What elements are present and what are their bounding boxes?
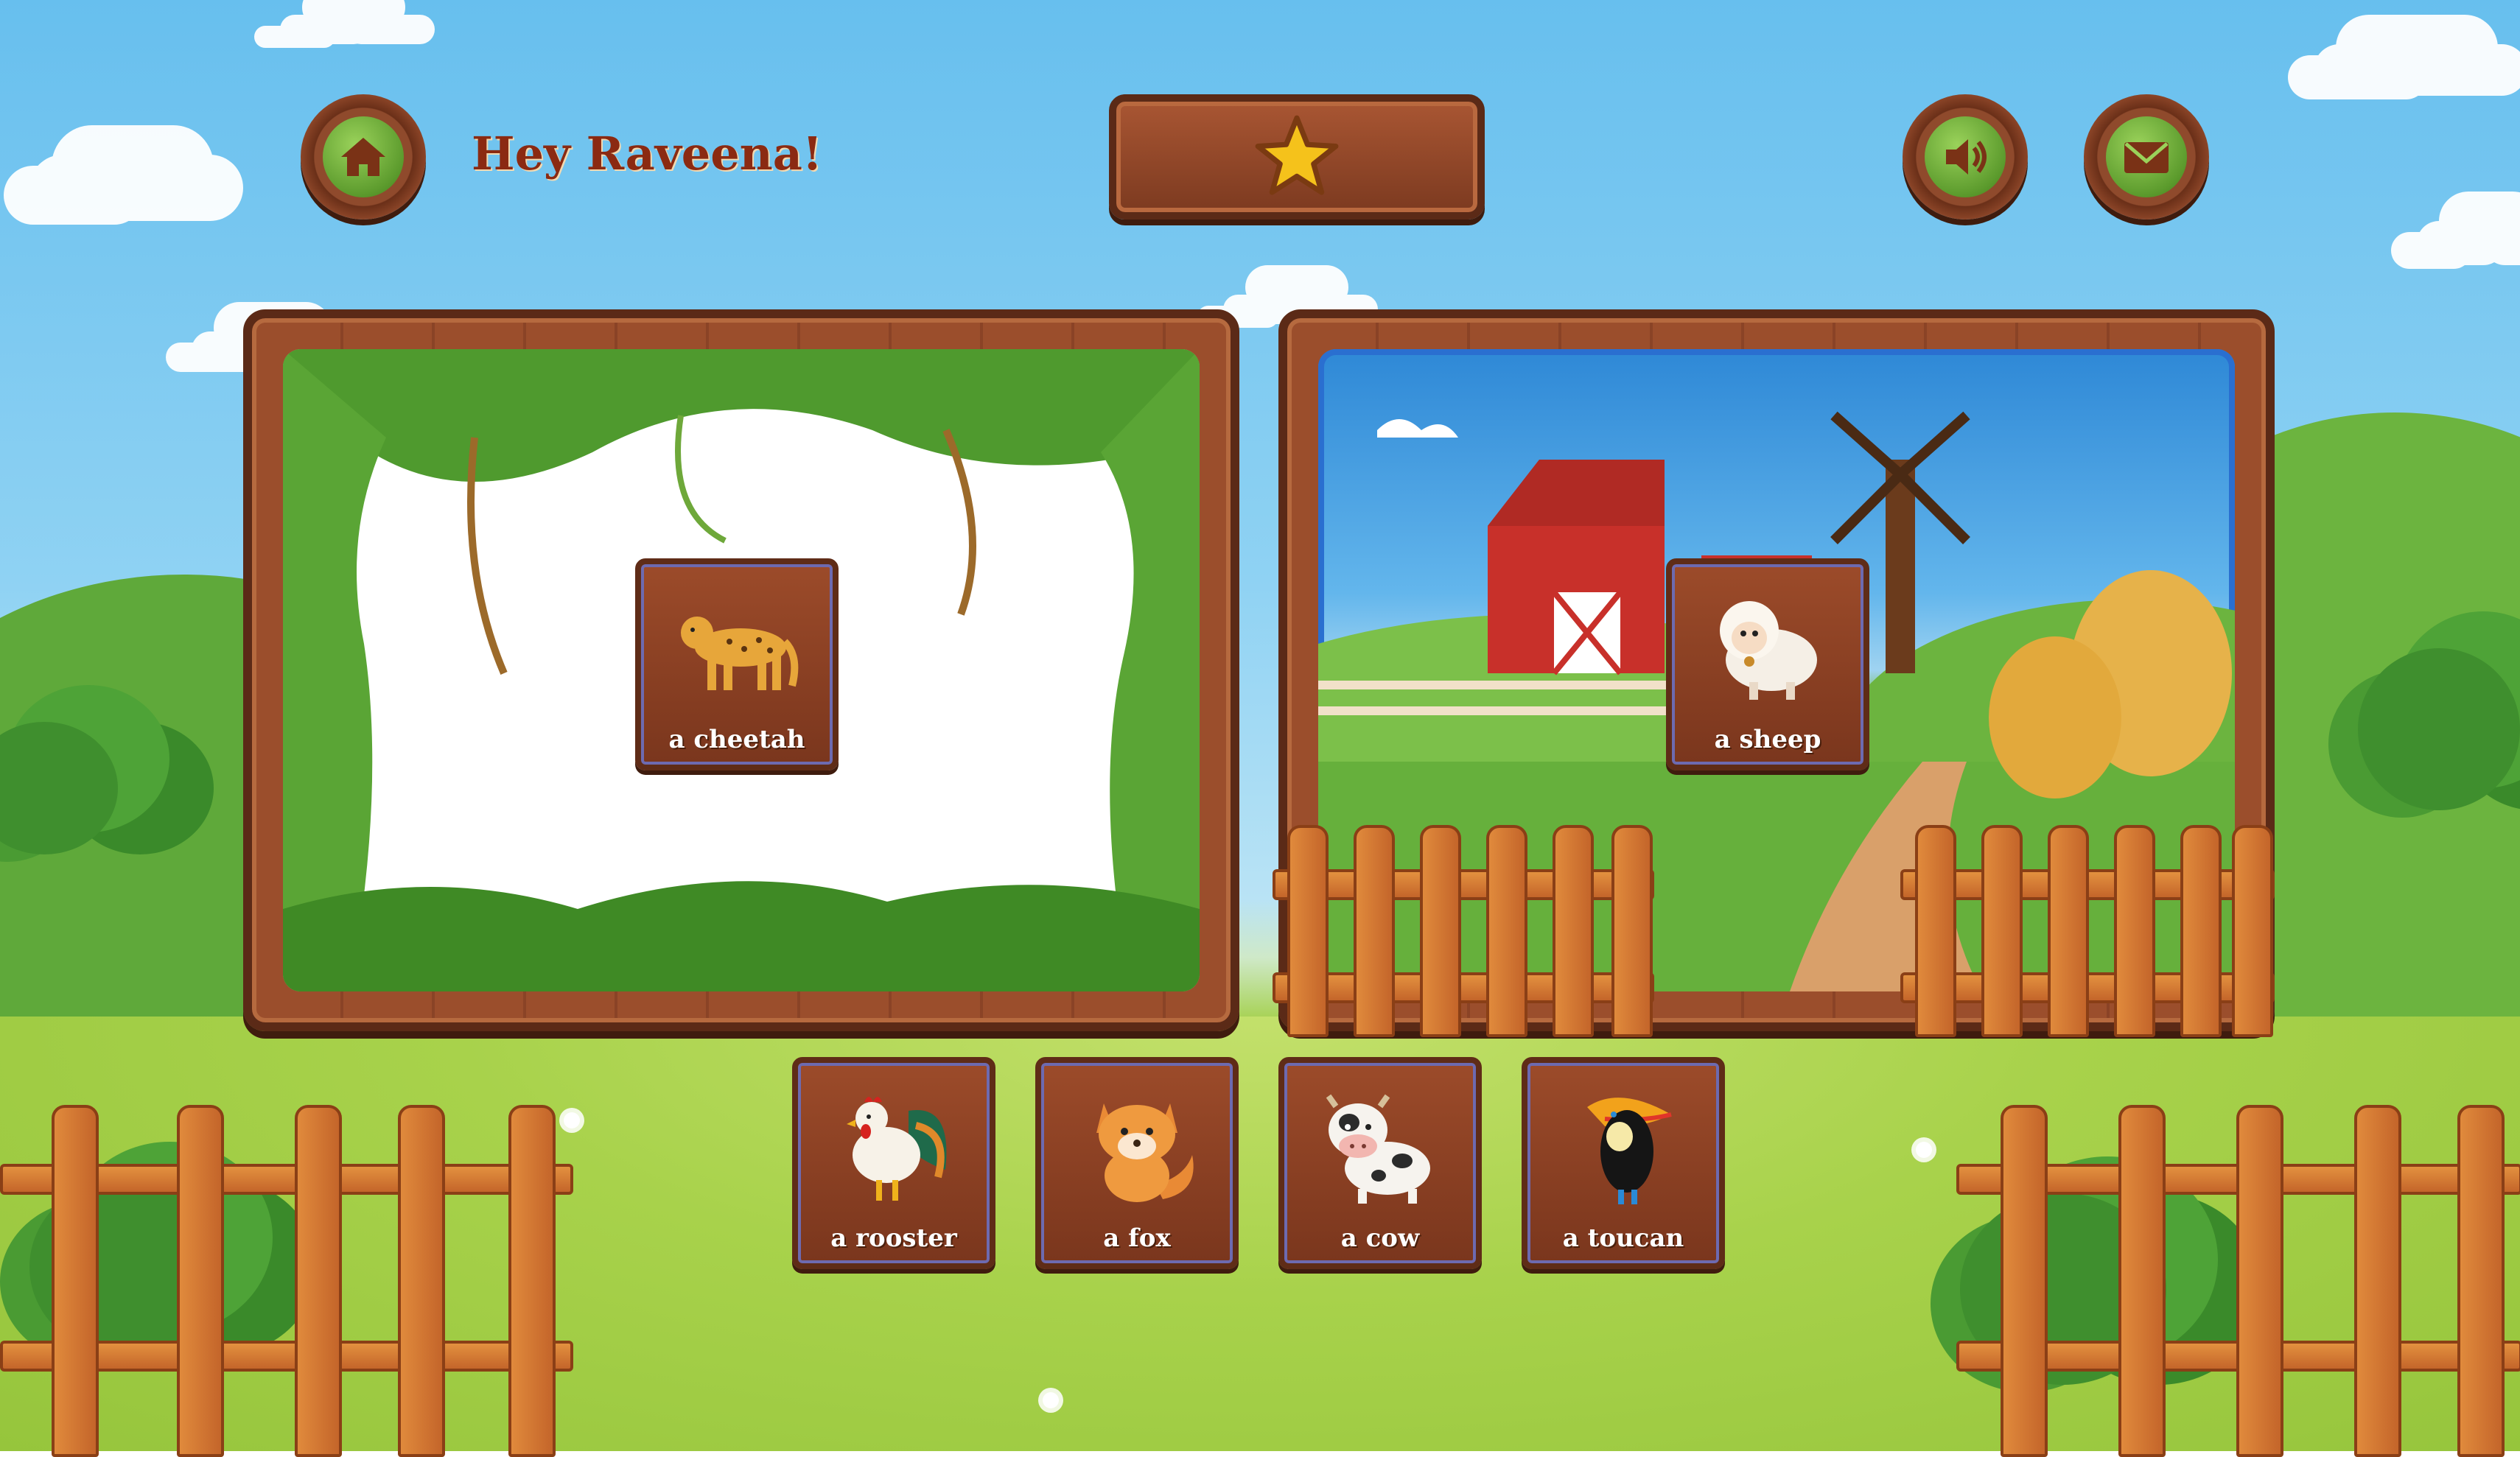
farm-fence-right	[1900, 825, 2275, 1039]
card-label: a cow	[1340, 1223, 1420, 1253]
toucan-icon	[1550, 1078, 1697, 1210]
cow-icon	[1306, 1078, 1454, 1210]
cloud	[2314, 44, 2461, 96]
farm-fence-left	[1273, 825, 1656, 1039]
jungle-board[interactable]: a cheetah	[243, 309, 1239, 1031]
tray-card-toucan[interactable]: a toucan	[1522, 1057, 1725, 1269]
cheetah-icon	[663, 579, 811, 712]
flower	[1916, 1142, 1932, 1158]
cloud	[29, 155, 177, 221]
farm-board[interactable]: a sheep	[1273, 309, 2275, 1037]
jungle-drop-zone[interactable]: a cheetah	[283, 349, 1200, 991]
card-label: a fox	[1103, 1223, 1171, 1253]
placed-card-cheetah[interactable]: a cheetah	[635, 558, 839, 770]
placed-card-sheep[interactable]: a sheep	[1666, 558, 1869, 770]
speaker-icon	[1925, 116, 2006, 197]
tray-card-rooster[interactable]: a rooster	[792, 1057, 995, 1269]
card-label: a rooster	[830, 1223, 957, 1253]
sheep-icon	[1694, 579, 1841, 712]
card-label: a toucan	[1562, 1223, 1684, 1253]
sound-button[interactable]	[1903, 94, 2028, 220]
home-icon	[323, 116, 404, 197]
card-label: a cheetah	[668, 725, 805, 754]
home-button[interactable]	[301, 94, 426, 220]
fence-right-foreground	[1956, 1105, 2520, 1457]
flower	[1043, 1392, 1059, 1408]
rooster-icon	[820, 1078, 967, 1210]
fox-icon	[1063, 1078, 1211, 1210]
greeting-text: Hey Raveena!	[472, 127, 823, 180]
fence-left-foreground	[0, 1105, 575, 1457]
envelope-icon	[2106, 116, 2187, 197]
cloud	[2417, 221, 2505, 265]
tray-card-cow[interactable]: a cow	[1278, 1057, 1482, 1269]
cloud	[280, 15, 368, 44]
bush	[2358, 648, 2520, 810]
card-label: a sheep	[1714, 725, 1821, 754]
star-icon	[1255, 115, 1339, 195]
tray-card-fox[interactable]: a fox	[1035, 1057, 1239, 1269]
mail-button[interactable]	[2084, 94, 2209, 220]
star-score-panel	[1109, 94, 1485, 220]
